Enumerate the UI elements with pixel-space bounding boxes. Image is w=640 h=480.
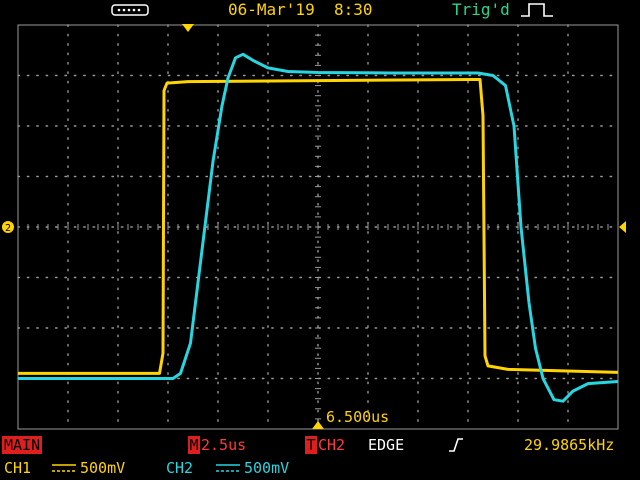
- time: 8:30: [333, 0, 373, 19]
- mode-badge[interactable]: MAIN: [2, 436, 43, 454]
- trigger-badge: T: [305, 436, 317, 454]
- horizontal-position-marker: [312, 421, 324, 429]
- date-time: 06-Mar'19 8:30: [228, 0, 373, 20]
- rising-edge-icon: [449, 438, 463, 452]
- trigger-type[interactable]: EDGE: [368, 435, 404, 455]
- ch1-label[interactable]: CH1: [4, 458, 31, 478]
- ch2-scale[interactable]: 500mV: [244, 458, 289, 478]
- info-bar-channels: CH1 500mV CH2 500mV: [0, 458, 640, 478]
- dc-coupling-icon: [216, 464, 240, 472]
- dc-coupling-icon: [52, 464, 76, 472]
- timebase-value[interactable]: 2.5us: [201, 435, 246, 455]
- trigger-position-marker: [182, 24, 194, 32]
- status-bar: 06-Mar'19 8:30 Trig'd: [0, 0, 640, 22]
- date: 06-Mar'19: [228, 0, 315, 19]
- markers: 2: [2, 24, 626, 429]
- usb-icon: [111, 4, 149, 16]
- frequency-readout: 29.9865kHz: [524, 436, 615, 454]
- trigger-status: Trig'd: [452, 0, 510, 19]
- waveform-display: 2 6.500us: [2, 24, 626, 430]
- graticule: [17, 24, 619, 430]
- rising-pulse-icon: [521, 3, 553, 17]
- trigger-level-marker: [619, 221, 626, 233]
- channel-ground-label: 2: [5, 223, 11, 234]
- trigger-source[interactable]: CH2: [318, 435, 345, 455]
- timebase-badge: M: [188, 436, 200, 454]
- ch2-label[interactable]: CH2: [166, 458, 193, 478]
- trigger-delay-readout: 6.500us: [326, 408, 389, 426]
- ch1-scale[interactable]: 500mV: [80, 458, 125, 478]
- info-bar-timebase: MAIN M 2.5us T CH2 EDGE 29.9865kHz: [0, 435, 640, 455]
- oscilloscope-screen: 2 6.500us 06-Mar'19 8:30 Trig'd MAIN M 2…: [0, 0, 640, 480]
